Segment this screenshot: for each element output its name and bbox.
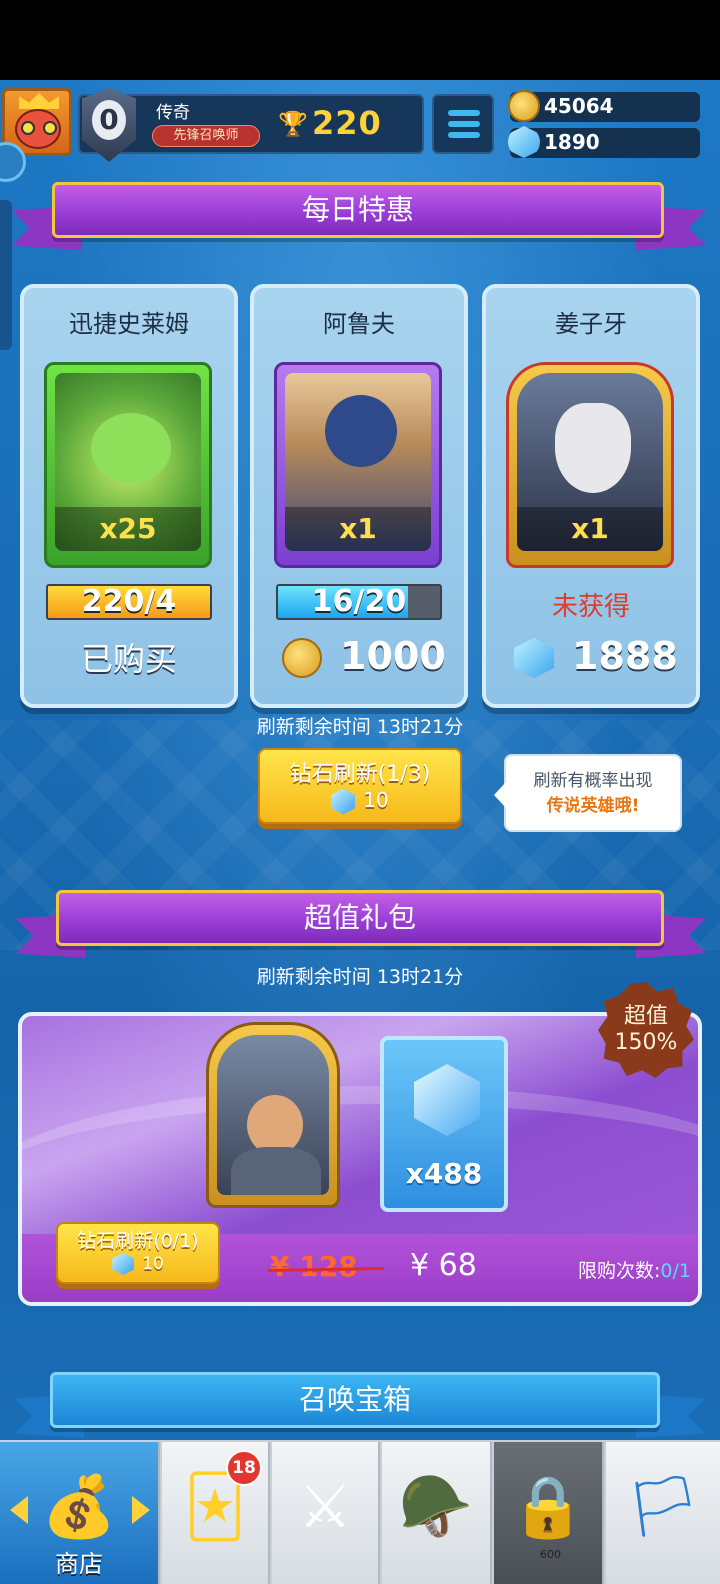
badge-line2: 150% — [614, 1030, 678, 1055]
nav-shop-label: 商店 — [55, 1550, 103, 1578]
deal-card-slime[interactable]: 迅捷史莱姆 x25 220/4 已购买 — [20, 284, 238, 708]
gold-counter[interactable]: 45064 — [508, 90, 700, 122]
player-title-badge: 先锋召唤师 — [152, 125, 260, 147]
samurai-armor-icon — [231, 1147, 321, 1195]
gem-icon — [514, 638, 554, 678]
helmet-icon: 🪖 — [398, 1472, 474, 1542]
summon-chest-title: 召唤宝箱 — [50, 1372, 660, 1428]
hero-count: x25 — [55, 507, 201, 551]
side-tab[interactable] — [0, 200, 12, 350]
avatar-eye-icon — [43, 121, 57, 135]
nav-tab-locked[interactable]: 🔒 — [494, 1442, 604, 1584]
not-owned-status: 未获得 — [551, 592, 630, 622]
hero-name: 阿鲁夫 — [323, 310, 395, 338]
menu-line-icon — [448, 121, 480, 127]
player-name: 传奇 — [156, 103, 190, 123]
slime-icon: x25 — [55, 373, 201, 551]
sage-icon: x1 — [517, 373, 663, 551]
gem-counter[interactable]: 1890 — [508, 126, 700, 158]
menu-line-icon — [448, 110, 480, 116]
gem-value: 1890 — [544, 130, 600, 154]
crossed-swords-icon: ⚔ — [298, 1472, 352, 1542]
ninja-icon: x1 — [285, 373, 431, 551]
nav-tab-guild[interactable]: 🏳 — [606, 1442, 720, 1584]
daily-deals-title: 每日特惠 — [52, 182, 664, 238]
pack-refresh-cost: 10 — [142, 1254, 164, 1274]
nav-tab-heroes[interactable]: 🪖 — [382, 1442, 492, 1584]
gold-coin-icon — [508, 90, 540, 122]
badge-line1: 超值 — [623, 1004, 668, 1029]
progress-text: 220/4 — [81, 584, 177, 619]
original-price: ¥ 128 — [270, 1250, 358, 1283]
hero-name: 迅捷史莱姆 — [69, 310, 189, 338]
nav-left-arrow-icon[interactable] — [10, 1496, 28, 1524]
lock-icon: 🔒 — [510, 1472, 586, 1542]
samurai-hero-card — [206, 1022, 340, 1208]
diamond-refresh-button[interactable]: 钻石刷新(1/3) 10 — [258, 748, 462, 824]
progress-bar: 16/20 — [276, 584, 442, 620]
rank-level: 0 — [92, 100, 126, 140]
pack-diamond-refresh-button[interactable]: 钻石刷新(0/1) 10 — [56, 1222, 220, 1284]
buy-price[interactable]: 1000 — [254, 634, 464, 682]
value-pack-title: 超值礼包 — [56, 890, 664, 946]
deal-card-arouf[interactable]: 阿鲁夫 x1 16/20 1000 — [250, 284, 468, 708]
tip-line2: 传说英雄哦! — [546, 796, 640, 816]
deal-card-jiangziya[interactable]: 姜子牙 x1 未获得 1888 — [482, 284, 700, 708]
gem-icon — [112, 1253, 135, 1275]
sale-price-button[interactable]: ¥ 68 — [410, 1248, 477, 1283]
buy-price[interactable]: 1888 — [486, 634, 696, 682]
hero-portrait: x1 — [506, 362, 674, 568]
menu-line-icon — [448, 132, 480, 138]
sage-beard-icon — [555, 403, 631, 493]
status-area — [0, 0, 720, 80]
ninja-head-icon — [325, 395, 397, 467]
unlock-trophy-value: 600 — [540, 1548, 561, 1561]
progress-bar: 220/4 — [46, 584, 212, 620]
nav-tab-battle[interactable]: ⚔ — [272, 1442, 380, 1584]
hero-portrait: x1 — [274, 362, 442, 568]
nav-right-arrow-icon[interactable] — [132, 1496, 150, 1524]
cards-notification-badge: 18 — [226, 1450, 262, 1486]
limit-label: 限购次数: — [578, 1260, 661, 1282]
hero-count: x1 — [517, 507, 663, 551]
avatar-eye-icon — [21, 121, 35, 135]
refresh-button-label: 钻石刷新(1/3) — [289, 762, 431, 787]
gem-reward-amount: x488 — [405, 1157, 483, 1190]
menu-button[interactable] — [432, 94, 494, 154]
banner-icon: 🏳 — [624, 1472, 702, 1542]
trophy-count: 220 — [312, 104, 382, 142]
tip-line1: 刷新有概率出现 — [533, 771, 653, 791]
limit-value: 0/1 — [660, 1260, 691, 1282]
gold-value: 45064 — [544, 94, 614, 118]
deals-refresh-timer: 刷新剩余时间 13时21分 — [256, 716, 464, 738]
crown-icon — [19, 93, 59, 109]
samurai-face-icon — [247, 1095, 303, 1155]
gem-reward-card: x488 — [380, 1036, 508, 1212]
hero-portrait: x25 — [44, 362, 212, 568]
gem-icon — [331, 788, 356, 815]
slime-body-icon — [91, 413, 171, 483]
price-value: 1000 — [340, 634, 446, 678]
samurai-icon — [217, 1035, 329, 1195]
purchased-status: 已购买 — [80, 640, 177, 678]
price-value: 1888 — [572, 634, 678, 678]
gem-icon — [508, 126, 540, 158]
pack-refresh-label: 钻石刷新(0/1) — [77, 1230, 199, 1252]
large-gem-icon — [414, 1064, 480, 1136]
trophy-icon: 🏆 — [278, 110, 308, 138]
hero-name: 姜子牙 — [555, 310, 627, 338]
progress-text: 16/20 — [311, 584, 407, 619]
pack-refresh-timer: 刷新剩余时间 13时21分 — [256, 966, 464, 988]
legend-hint-tooltip: 刷新有概率出现 传说英雄哦! — [494, 754, 682, 832]
refresh-cost: 10 — [363, 788, 389, 812]
purchase-limit: 限购次数:0/1 — [578, 1256, 691, 1283]
gold-coin-icon — [282, 638, 322, 678]
hero-count: x1 — [285, 507, 431, 551]
